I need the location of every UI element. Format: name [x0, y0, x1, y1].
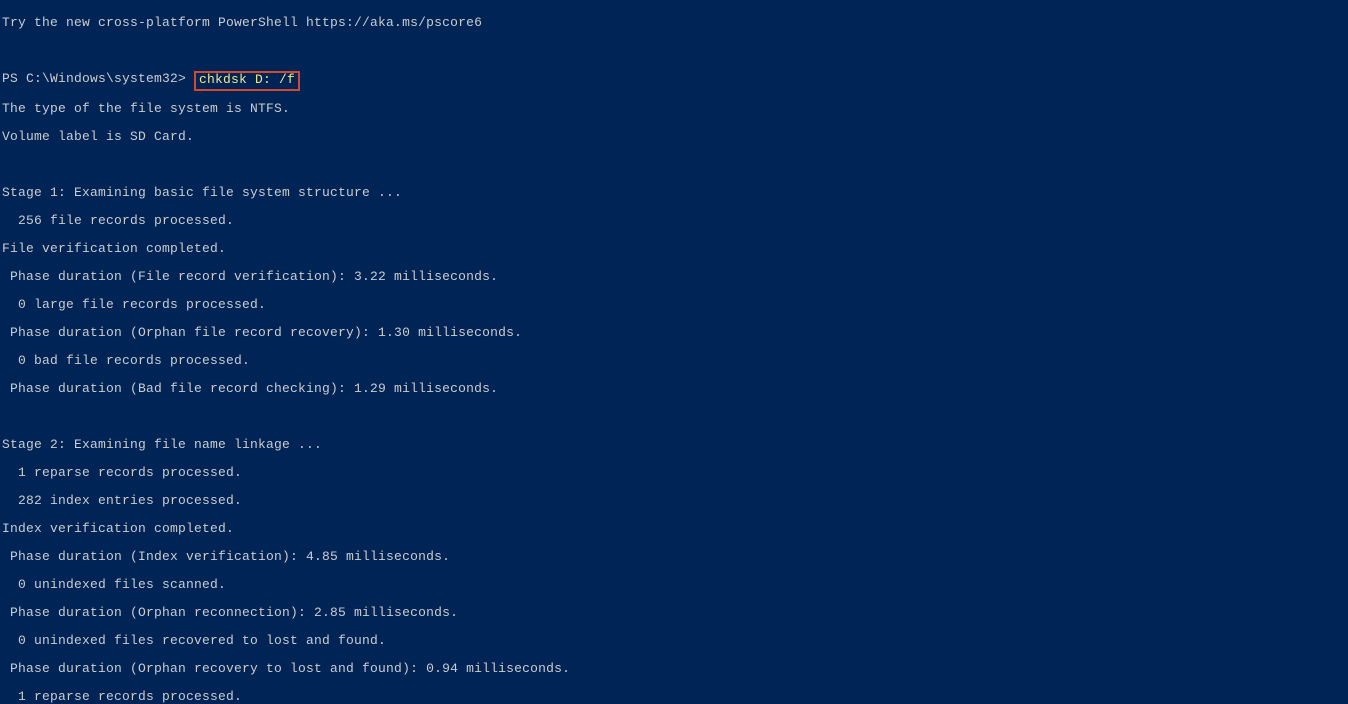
- terminal-line: The type of the file system is NTFS.: [2, 102, 1348, 116]
- command-text: chkdsk D: /f: [199, 72, 295, 87]
- terminal-line: Stage 1: Examining basic file system str…: [2, 186, 1348, 200]
- terminal-line: Phase duration (Bad file record checking…: [2, 382, 1348, 396]
- terminal-line-blank: [2, 158, 1348, 172]
- terminal-line: Phase duration (Orphan reconnection): 2.…: [2, 606, 1348, 620]
- terminal-line: 1 reparse records processed.: [2, 690, 1348, 704]
- terminal-line: 1 reparse records processed.: [2, 466, 1348, 480]
- terminal-line: 0 large file records processed.: [2, 298, 1348, 312]
- terminal-line: 282 index entries processed.: [2, 494, 1348, 508]
- terminal-line: Try the new cross-platform PowerShell ht…: [2, 16, 1348, 30]
- terminal-line: 0 bad file records processed.: [2, 354, 1348, 368]
- terminal-line: 256 file records processed.: [2, 214, 1348, 228]
- terminal-line: Stage 2: Examining file name linkage ...: [2, 438, 1348, 452]
- terminal-line: Volume label is SD Card.: [2, 130, 1348, 144]
- powershell-terminal[interactable]: Try the new cross-platform PowerShell ht…: [0, 0, 1348, 704]
- terminal-line-blank: [2, 410, 1348, 424]
- terminal-line: Phase duration (File record verification…: [2, 270, 1348, 284]
- prompt-text: PS C:\Windows\system32>: [2, 71, 194, 86]
- command-line: PS C:\Windows\system32> chkdsk D: /f: [2, 72, 1348, 88]
- terminal-line: 0 unindexed files recovered to lost and …: [2, 634, 1348, 648]
- terminal-line: Phase duration (Orphan recovery to lost …: [2, 662, 1348, 676]
- terminal-line: File verification completed.: [2, 242, 1348, 256]
- terminal-line: Phase duration (Orphan file record recov…: [2, 326, 1348, 340]
- terminal-line: Phase duration (Index verification): 4.8…: [2, 550, 1348, 564]
- terminal-line: 0 unindexed files scanned.: [2, 578, 1348, 592]
- terminal-line-blank: [2, 44, 1348, 58]
- command-highlight: chkdsk D: /f: [194, 71, 300, 91]
- terminal-line: Index verification completed.: [2, 522, 1348, 536]
